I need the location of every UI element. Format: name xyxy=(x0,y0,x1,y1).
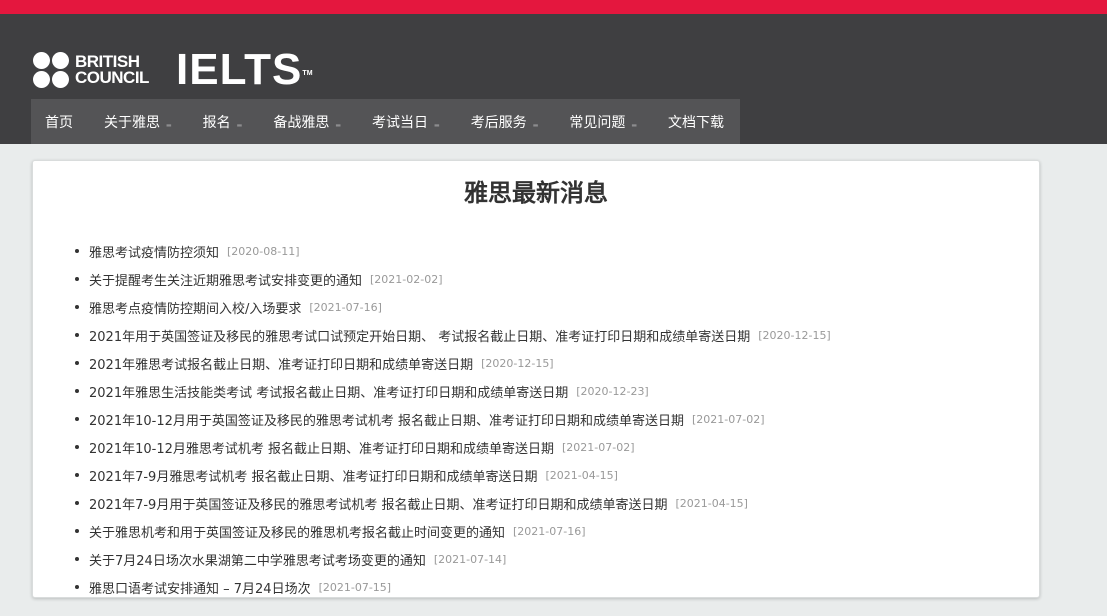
list-item: 雅思考试疫情防控须知 [2020-08-11] xyxy=(75,237,1039,265)
bullet-icon xyxy=(75,389,79,393)
news-link[interactable]: 雅思口语考试安排通知 – 7月24日场次 xyxy=(89,578,311,597)
news-link[interactable]: 2021年7-9月雅思考试机考 报名截止日期、准考证打印日期和成绩单寄送日期 xyxy=(89,466,537,485)
news-date: [2020-12-15] xyxy=(758,328,831,342)
news-link[interactable]: 关于7月24日场次水果湖第二中学雅思考试考场变更的通知 xyxy=(89,550,426,569)
nav-item-label: 备战雅思 xyxy=(273,114,330,131)
nav-item-5[interactable]: 考后服务 ▬ xyxy=(471,112,539,132)
site-header: BRITISH COUNCIL IELTSTM 首页 关于雅思 ▬ 报名 ▬ 备战雅思 ▬ 考… xyxy=(0,14,1107,144)
news-link[interactable]: 雅思考点疫情防控期间入校/入场要求 xyxy=(89,298,301,317)
nav-item-label: 报名 xyxy=(202,114,231,131)
list-item: 2021年7-9月雅思考试机考 报名截止日期、准考证打印日期和成绩单寄送日期 [2… xyxy=(75,461,1039,489)
bullet-icon xyxy=(75,333,79,337)
bullet-icon xyxy=(75,585,79,589)
dropdown-caret-icon: ▬ xyxy=(434,122,440,129)
nav-item-3[interactable]: 备战雅思 ▬ xyxy=(273,112,341,132)
list-item: 2021年7-9月用于英国签证及移民的雅思考试机考 报名截止日期、准考证打印日期… xyxy=(75,489,1039,517)
news-date: [2021-07-15] xyxy=(318,580,392,594)
bullet-icon xyxy=(75,529,79,533)
dropdown-caret-icon: ▬ xyxy=(335,122,342,129)
bullet-icon xyxy=(75,501,79,505)
news-link[interactable]: 2021年用于英国签证及移民的雅思考试口试预定开始日期、 考试报名截止日期、准考… xyxy=(89,326,750,345)
news-link[interactable]: 关于提醒考生关注近期雅思考试安排变更的通知 xyxy=(89,270,362,289)
list-item: 雅思口语考试安排通知 – 7月24日场次 [2021-07-15] xyxy=(75,573,1039,601)
news-date: [2020-12-23] xyxy=(576,384,649,398)
nav-item-label: 考后服务 xyxy=(470,114,527,131)
news-date: [2021-02-02] xyxy=(370,272,443,286)
nav-item-label: 关于雅思 xyxy=(104,114,160,131)
list-item: 关于提醒考生关注近期雅思考试安排变更的通知 [2021-02-02] xyxy=(75,265,1039,293)
list-item: 2021年10-12月用于英国签证及移民的雅思考试机考 报名截止日期、准考证打印… xyxy=(75,405,1039,433)
bullet-icon xyxy=(75,445,79,449)
ielts-wordmark: IELTS xyxy=(176,45,303,94)
nav-item-label: 考试当日 xyxy=(372,114,429,131)
news-link[interactable]: 2021年10-12月用于英国签证及移民的雅思考试机考 报名截止日期、准考证打印… xyxy=(89,410,684,429)
list-item: 雅思考点疫情防控期间入校/入场要求 [2021-07-16] xyxy=(75,293,1039,321)
list-item: 2021年雅思考试报名截止日期、准考证打印日期和成绩单寄送日期 [2020-12-… xyxy=(75,349,1039,377)
bullet-icon xyxy=(75,473,79,477)
list-item: 关于7月24日场次水果湖第二中学雅思考试考场变更的通知 [2021-07-14] xyxy=(75,545,1039,573)
news-link[interactable]: 2021年10-12月雅思考试机考 报名截止日期、准考证打印日期和成绩单寄送日期 xyxy=(89,438,554,457)
dropdown-caret-icon: ▬ xyxy=(532,122,539,129)
list-item: 2021年雅思生活技能类考试 考试报名截止日期、准考证打印日期和成绩单寄送日期 [… xyxy=(75,377,1039,405)
news-date: [2021-07-02] xyxy=(692,412,765,426)
british-council-dots-icon xyxy=(33,52,69,88)
british-council-wordmark: BRITISH COUNCIL xyxy=(75,53,149,87)
bullet-icon xyxy=(75,305,79,309)
nav-item-6[interactable]: 常见问题 ▬ xyxy=(569,112,637,132)
nav-item-label: 文档下载 xyxy=(668,114,725,131)
list-item: 2021年用于英国签证及移民的雅思考试口试预定开始日期、 考试报名截止日期、准考… xyxy=(75,321,1039,349)
dropdown-caret-icon: ▬ xyxy=(236,122,243,129)
top-accent-bar xyxy=(0,0,1107,14)
bullet-icon xyxy=(75,361,79,365)
main-nav: 首页 关于雅思 ▬ 报名 ▬ 备战雅思 ▬ 考试当日 ▬ 考后服务 ▬ 常见问题 ▬ 文档下载 xyxy=(31,99,741,144)
news-date: [2021-04-15] xyxy=(675,496,748,510)
list-item: 关于雅思机考和用于英国签证及移民的雅思机考报名截止时间变更的通知 [2021-07… xyxy=(75,517,1039,545)
nav-item-2[interactable]: 报名 ▬ xyxy=(203,112,243,132)
list-item: 2021年10-12月雅思考试机考 报名截止日期、准考证打印日期和成绩单寄送日期… xyxy=(75,433,1039,461)
dropdown-caret-icon: ▬ xyxy=(631,122,638,129)
news-date: [2020-12-15] xyxy=(481,356,554,370)
news-date: [2021-07-14] xyxy=(433,552,507,566)
news-list: 雅思考试疫情防控须知 [2020-08-11] 关于提醒考生关注近期雅思考试安排变更… xyxy=(75,237,1039,601)
bullet-icon xyxy=(75,557,79,561)
news-date: [2020-08-11] xyxy=(227,244,300,258)
news-card: 雅思最新消息 雅思考试疫情防控须知 [2020-08-11] 关于提醒考生关注近期雅… xyxy=(32,160,1040,598)
page-title: 雅思最新消息 xyxy=(464,179,608,207)
news-date: [2021-07-16] xyxy=(513,524,586,538)
bullet-icon xyxy=(75,249,79,253)
nav-item-7[interactable]: 文档下载 xyxy=(668,112,724,132)
news-date: [2021-07-02] xyxy=(562,440,635,454)
news-date: [2021-07-16] xyxy=(309,300,382,314)
news-link[interactable]: 2021年雅思考试报名截止日期、准考证打印日期和成绩单寄送日期 xyxy=(89,354,473,373)
bullet-icon xyxy=(75,277,79,281)
news-link[interactable]: 2021年雅思生活技能类考试 考试报名截止日期、准考证打印日期和成绩单寄送日期 xyxy=(89,382,568,401)
bc-line2: COUNCIL xyxy=(75,68,149,87)
nav-item-0[interactable]: 首页 xyxy=(45,112,73,132)
ielts-logo[interactable]: IELTSTM xyxy=(176,48,313,92)
news-link[interactable]: 雅思考试疫情防控须知 xyxy=(89,242,219,261)
nav-item-label: 首页 xyxy=(45,114,73,131)
trademark-mark: TM xyxy=(302,70,313,77)
british-council-logo[interactable]: BRITISH COUNCIL xyxy=(33,52,149,88)
news-link[interactable]: 2021年7-9月用于英国签证及移民的雅思考试机考 报名截止日期、准考证打印日期… xyxy=(89,494,667,513)
news-date: [2021-04-15] xyxy=(545,468,618,482)
nav-item-4[interactable]: 考试当日 ▬ xyxy=(372,112,440,132)
dropdown-caret-icon: ▬ xyxy=(166,122,172,129)
nav-item-1[interactable]: 关于雅思 ▬ xyxy=(104,112,172,132)
bullet-icon xyxy=(75,417,79,421)
nav-item-label: 常见问题 xyxy=(569,114,626,131)
news-link[interactable]: 关于雅思机考和用于英国签证及移民的雅思机考报名截止时间变更的通知 xyxy=(89,522,505,541)
